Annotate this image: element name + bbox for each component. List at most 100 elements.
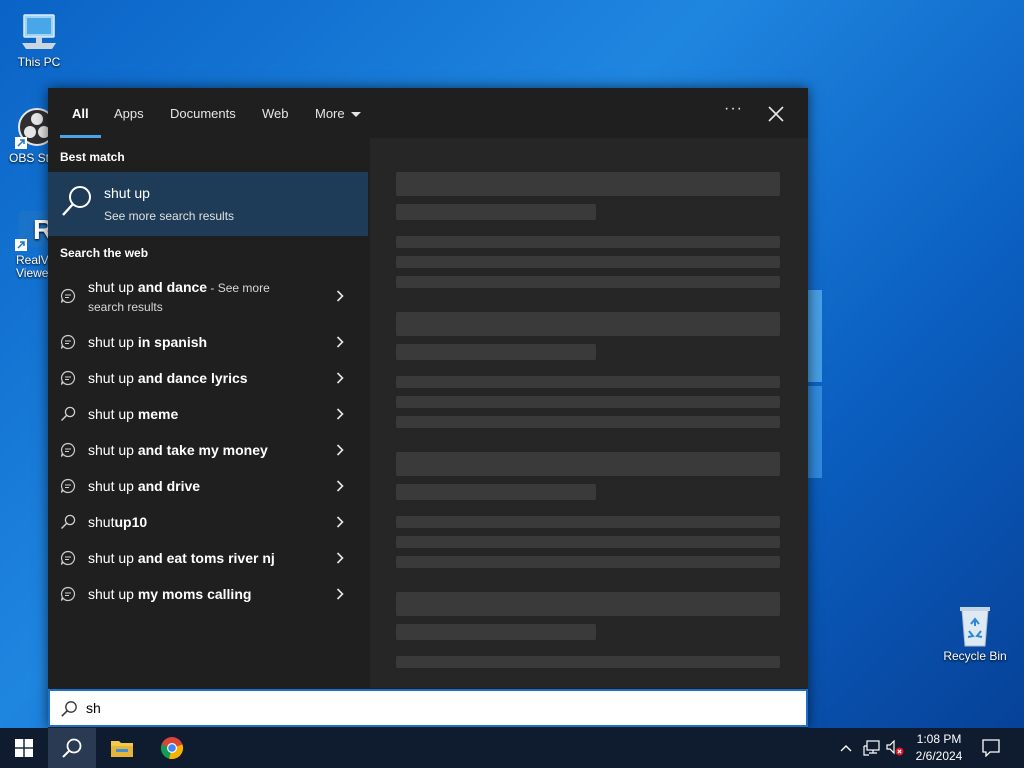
web-result-completion: meme — [133, 406, 179, 422]
search-box[interactable] — [48, 689, 808, 727]
web-result-row[interactable]: shut up and dance lyrics — [48, 360, 368, 396]
loading-placeholder — [396, 376, 780, 388]
search-input[interactable] — [86, 697, 786, 719]
web-result-completion: and drive — [133, 478, 201, 494]
chevron-right-icon — [336, 336, 344, 348]
close-button[interactable] — [764, 102, 788, 126]
loading-placeholder — [396, 172, 780, 196]
chrome-button[interactable] — [148, 728, 196, 768]
desktop-light-beam — [808, 386, 822, 478]
web-result-query: shut up — [88, 550, 134, 566]
web-result-row[interactable]: shut up and drive — [48, 468, 368, 504]
web-result-row[interactable]: shut up and eat toms river nj — [48, 540, 368, 576]
chevron-right-icon — [336, 408, 344, 420]
web-result-second-line: search results — [88, 300, 163, 314]
file-explorer-button[interactable] — [98, 728, 146, 768]
loading-placeholder — [396, 536, 780, 548]
start-button[interactable] — [0, 728, 48, 768]
web-result-row[interactable]: shutup10 — [48, 504, 368, 540]
taskbar-clock[interactable]: 1:08 PM 2/6/2024 — [900, 731, 978, 765]
tab-more[interactable]: More — [315, 106, 361, 121]
chat-bubble-icon — [60, 550, 76, 566]
web-result-completion: my moms calling — [133, 586, 252, 602]
clock-date: 2/6/2024 — [915, 749, 963, 763]
best-match-result[interactable]: shut up See more search results — [48, 172, 368, 236]
desktop-icon-label: Recycle Bin — [943, 649, 1007, 663]
more-options-button[interactable]: ··· — [724, 100, 743, 118]
chat-bubble-icon — [60, 586, 76, 602]
web-result-text: shut up and take my money — [88, 442, 268, 458]
loading-placeholder — [396, 312, 780, 336]
loading-placeholder — [396, 484, 596, 500]
web-result-row[interactable]: shut up meme — [48, 396, 368, 432]
chat-bubble-icon — [60, 334, 76, 350]
search-web-heading: Search the web — [60, 246, 149, 260]
loading-placeholder — [396, 452, 780, 476]
web-result-text: shut up meme — [88, 406, 178, 422]
chevron-up-icon — [840, 745, 852, 752]
desktop-light-beam — [808, 290, 822, 382]
web-result-text: shut up my moms calling — [88, 586, 251, 602]
search-icon — [60, 406, 76, 422]
web-result-completion: and take my money — [133, 442, 268, 458]
web-result-text: shut up and drive — [88, 478, 200, 494]
web-result-completion: up10 — [114, 514, 148, 530]
notification-icon — [982, 739, 1000, 757]
loading-placeholder — [396, 556, 780, 568]
web-result-text: shut up and eat toms river nj — [88, 550, 275, 566]
close-icon — [768, 106, 784, 122]
web-result-row[interactable]: shut up in spanish — [48, 324, 368, 360]
chevron-right-icon — [336, 588, 344, 600]
web-result-text: shutup10 — [88, 514, 147, 530]
best-match-heading: Best match — [60, 150, 125, 164]
tab-apps[interactable]: Apps — [114, 106, 144, 121]
start-search-panel: All Apps Documents Web More ··· Best mat… — [48, 88, 808, 728]
windows-logo-icon — [15, 739, 33, 757]
web-result-row[interactable]: shut up and dance - See more search resu… — [48, 268, 368, 324]
tab-all[interactable]: All — [72, 106, 89, 121]
web-result-completion: and dance — [133, 279, 208, 295]
search-icon — [61, 701, 77, 717]
chrome-icon — [160, 737, 184, 760]
search-icon — [60, 514, 76, 530]
clock-time: 1:08 PM — [916, 732, 962, 746]
desktop-icon-this-pc[interactable]: This PC — [4, 10, 74, 69]
search-tabs: All Apps Documents Web More ··· — [48, 88, 808, 138]
loading-placeholder — [396, 624, 596, 640]
chevron-down-icon — [350, 112, 361, 118]
web-result-query: shut up — [88, 442, 134, 458]
chat-bubble-icon — [60, 478, 76, 494]
web-result-suffix: - See more — [207, 281, 270, 295]
chevron-right-icon — [336, 552, 344, 564]
web-result-query: shut up — [88, 370, 134, 386]
results-list: Best match shut up See more search resul… — [48, 138, 370, 688]
taskbar-search-button[interactable] — [48, 728, 96, 768]
best-match-title: shut up — [104, 185, 150, 201]
web-result-text: shut up in spanish — [88, 334, 207, 350]
show-hidden-icons-button[interactable] — [836, 728, 856, 768]
web-result-row[interactable]: shut up my moms calling — [48, 576, 368, 612]
computer-icon — [17, 10, 61, 54]
search-icon — [62, 186, 91, 216]
loading-placeholder — [396, 256, 780, 268]
tab-more-label: More — [315, 106, 345, 121]
search-icon — [62, 738, 82, 758]
desktop-icon-label: This PC — [17, 55, 61, 69]
action-center-button[interactable] — [978, 728, 1004, 768]
loading-placeholder — [396, 236, 780, 248]
loading-placeholder — [396, 656, 780, 668]
chevron-right-icon — [336, 372, 344, 384]
chat-bubble-icon — [60, 288, 76, 304]
tab-web[interactable]: Web — [262, 106, 289, 121]
tab-documents[interactable]: Documents — [170, 106, 236, 121]
web-result-completion: and dance lyrics — [133, 370, 248, 386]
web-result-query: shut up — [88, 478, 134, 494]
network-icon — [863, 740, 880, 756]
desktop-icon-label: RealVN Viewe — [16, 253, 58, 280]
loading-placeholder — [396, 516, 780, 528]
web-result-row[interactable]: shut up and take my money — [48, 432, 368, 468]
chevron-right-icon — [336, 444, 344, 456]
best-match-subtitle: See more search results — [104, 209, 235, 223]
network-button[interactable] — [860, 728, 884, 768]
desktop-icon-recycle-bin[interactable]: Recycle Bin — [940, 604, 1010, 663]
